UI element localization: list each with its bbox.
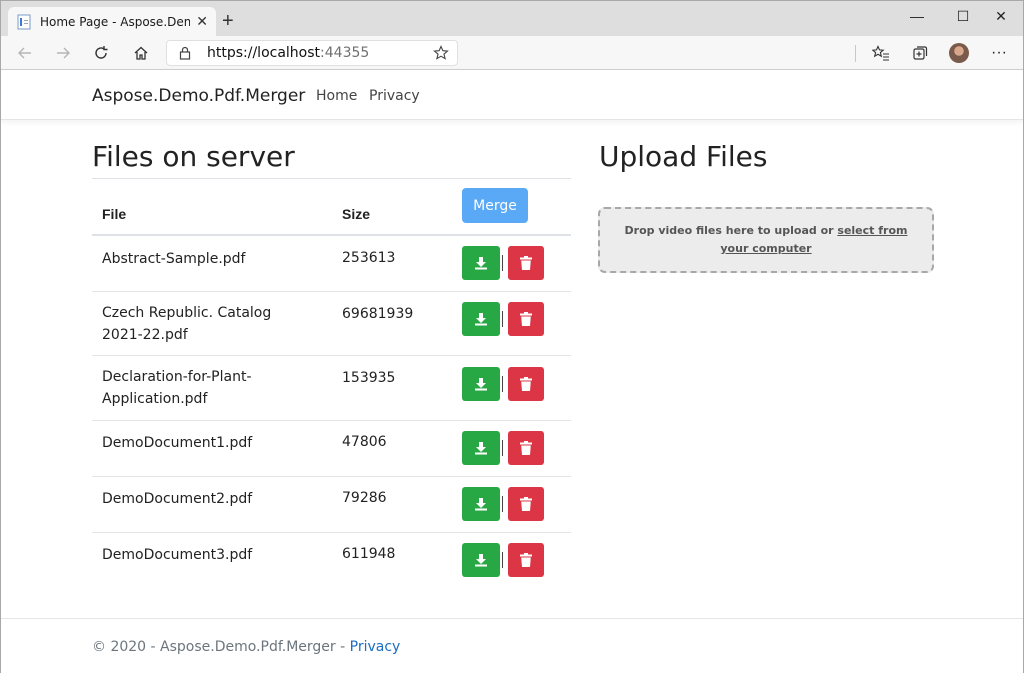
download-button[interactable] <box>462 431 500 465</box>
delete-button[interactable] <box>508 543 544 577</box>
download-button[interactable] <box>462 543 500 577</box>
address-host: https://localhost <box>207 45 321 61</box>
file-name: DemoDocument1.pdf <box>102 435 253 451</box>
browser-titlebar: Home Page - Aspose.Demo.Pdf.M ✕ + — ☐ ✕ <box>0 0 1024 37</box>
refresh-icon[interactable] <box>90 42 112 64</box>
delete-button[interactable] <box>508 246 544 280</box>
files-title: Files on server <box>92 140 295 173</box>
file-name: Abstract-Sample.pdf <box>102 251 246 267</box>
header-file: File <box>102 206 127 222</box>
delete-button[interactable] <box>508 302 544 336</box>
merge-button[interactable]: Merge <box>462 188 528 223</box>
star-icon[interactable] <box>433 45 449 66</box>
table-row: Declaration-for-Plant-Application.pdf 15… <box>92 356 571 421</box>
lock-icon <box>177 45 193 61</box>
upload-dropzone[interactable]: Drop video files here to upload or selec… <box>598 207 934 273</box>
more-icon[interactable]: ··· <box>988 42 1010 64</box>
trash-icon <box>520 497 532 511</box>
file-size: 47806 <box>342 434 387 450</box>
file-name: Declaration-for-Plant-Application.pdf <box>102 369 252 407</box>
browser-toolbar: https://localhost:44355 ··· <box>0 36 1024 70</box>
address-port: :44355 <box>320 45 370 61</box>
window-close-button[interactable]: ✕ <box>978 1 1024 31</box>
footer-text: © 2020 - Aspose.Demo.Pdf.Merger - <box>92 639 350 655</box>
file-size: 253613 <box>342 250 396 266</box>
button-separator <box>502 255 503 271</box>
file-name: DemoDocument2.pdf <box>102 491 253 507</box>
trash-icon <box>520 553 532 567</box>
dropzone-label: Drop video files here to upload or <box>624 224 838 237</box>
browser-tab[interactable]: Home Page - Aspose.Demo.Pdf.M ✕ <box>8 7 216 37</box>
button-separator <box>502 440 503 456</box>
button-separator <box>502 311 503 327</box>
table-row: DemoDocument2.pdf 79286 <box>92 477 571 533</box>
collections-icon[interactable] <box>909 42 931 64</box>
site-brand[interactable]: Aspose.Demo.Pdf.Merger <box>92 86 305 106</box>
download-icon <box>475 442 487 455</box>
footer-privacy-link[interactable]: Privacy <box>350 639 401 655</box>
dropzone-text: Drop video files here to upload or selec… <box>620 222 912 258</box>
trash-icon <box>520 377 532 391</box>
file-name: DemoDocument3.pdf <box>102 547 253 563</box>
profile-avatar[interactable] <box>949 43 969 63</box>
download-button[interactable] <box>462 246 500 280</box>
file-name: Czech Republic. Catalog 2021-22.pdf <box>102 305 272 343</box>
download-icon <box>475 257 487 270</box>
file-size: 153935 <box>342 370 396 386</box>
site-navbar: Aspose.Demo.Pdf.Merger Home Privacy <box>0 70 1024 120</box>
nav-link-home[interactable]: Home <box>316 88 357 104</box>
address-url: https://localhost:44355 <box>207 45 369 61</box>
table-row: Abstract-Sample.pdf 253613 <box>92 236 571 292</box>
home-icon[interactable] <box>130 42 152 64</box>
button-separator <box>502 552 503 568</box>
delete-button[interactable] <box>508 487 544 521</box>
footer-divider <box>0 618 1024 619</box>
trash-icon <box>520 312 532 326</box>
window-minimize-button[interactable]: — <box>894 1 940 31</box>
trash-icon <box>520 441 532 455</box>
window-border-left <box>0 0 1 673</box>
file-size: 79286 <box>342 490 387 506</box>
site-footer: © 2020 - Aspose.Demo.Pdf.Merger - Privac… <box>92 639 400 655</box>
table-top-border <box>92 178 571 179</box>
trash-icon <box>520 256 532 270</box>
tab-title: Home Page - Aspose.Demo.Pdf.M <box>40 15 190 29</box>
button-separator <box>502 376 503 392</box>
web-page: Aspose.Demo.Pdf.Merger Home Privacy File… <box>0 70 1024 673</box>
header-size: Size <box>342 206 371 222</box>
address-bar[interactable]: https://localhost:44355 <box>166 40 458 66</box>
download-icon <box>475 498 487 511</box>
upload-title: Upload Files <box>599 140 768 173</box>
download-button[interactable] <box>462 367 500 401</box>
delete-button[interactable] <box>508 431 544 465</box>
table-row: Czech Republic. Catalog 2021-22.pdf 6968… <box>92 292 571 356</box>
nav-link-privacy[interactable]: Privacy <box>369 88 420 104</box>
page-icon <box>16 14 32 30</box>
favorites-icon[interactable] <box>870 42 892 64</box>
download-icon <box>475 313 487 326</box>
download-icon <box>475 378 487 391</box>
new-tab-button[interactable]: + <box>222 11 234 31</box>
download-button[interactable] <box>462 487 500 521</box>
tab-close-icon[interactable]: ✕ <box>196 13 208 29</box>
forward-icon[interactable] <box>52 42 74 64</box>
download-button[interactable] <box>462 302 500 336</box>
delete-button[interactable] <box>508 367 544 401</box>
toolbar-divider <box>855 45 856 62</box>
download-icon <box>475 554 487 567</box>
file-size: 611948 <box>342 546 396 562</box>
button-separator <box>502 496 503 512</box>
file-size: 69681939 <box>342 306 414 322</box>
table-row: DemoDocument1.pdf 47806 <box>92 421 571 477</box>
back-icon[interactable] <box>14 42 36 64</box>
table-row: DemoDocument3.pdf 611948 <box>92 533 571 589</box>
